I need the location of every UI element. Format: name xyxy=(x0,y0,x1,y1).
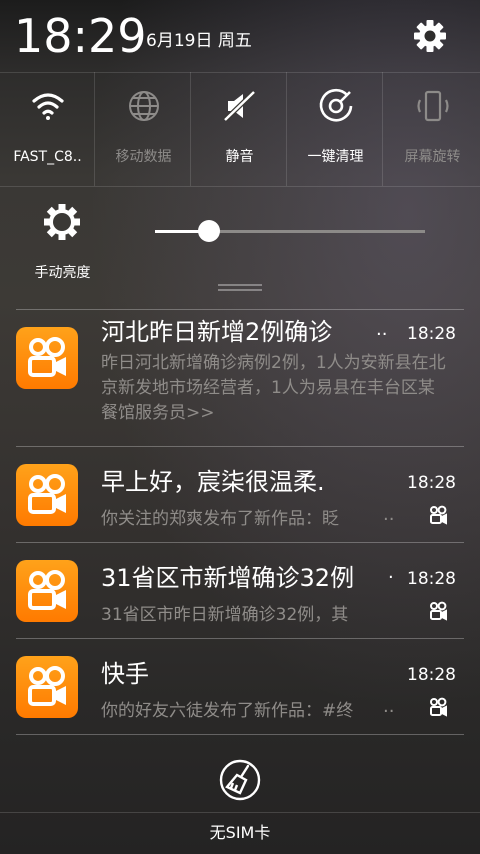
toggle-wifi[interactable]: FAST_C8.. xyxy=(0,72,95,186)
toggle-label: 静音 xyxy=(225,149,254,165)
quick-toggles: FAST_C8.. 移动数据 静音 一键清理 屏幕旋转 xyxy=(0,72,480,186)
notification-item[interactable]: 31省区市新增确诊32例 · 18:28 31省区市昨日新增确诊32例，其 xyxy=(0,543,480,638)
settings-gear-icon[interactable] xyxy=(408,14,452,58)
divider xyxy=(0,812,480,813)
kuaishou-app-icon xyxy=(16,327,78,389)
notification-body: 你关注的郑爽发布了新作品：眨 xyxy=(101,509,339,529)
rotate-icon xyxy=(413,86,453,126)
notification-time: 18:28 xyxy=(407,569,456,589)
divider xyxy=(0,186,480,187)
more-dots: · xyxy=(388,567,394,588)
notification-title: 河北昨日新增2例确诊 xyxy=(101,318,333,346)
toggle-label: 移动数据 xyxy=(115,149,172,165)
divider xyxy=(16,734,464,735)
more-dots: ·· xyxy=(383,701,395,722)
kuaishou-app-icon xyxy=(16,560,78,622)
globe-icon xyxy=(124,86,164,126)
more-dots: ·· xyxy=(376,324,388,345)
notification-time: 18:28 xyxy=(407,665,456,685)
notification-title: 31省区市新增确诊32例 xyxy=(101,564,355,592)
notification-title: 快手 xyxy=(101,660,149,688)
toggle-label: 屏幕旋转 xyxy=(404,149,461,165)
toggle-cleanup[interactable]: 一键清理 xyxy=(288,72,383,186)
toggle-rotate[interactable]: 屏幕旋转 xyxy=(385,72,480,186)
drawer-handle[interactable] xyxy=(218,281,262,297)
toggle-label: FAST_C8.. xyxy=(13,149,82,165)
clear-all-broom-icon[interactable] xyxy=(217,757,263,803)
toggle-mute[interactable]: 静音 xyxy=(192,72,287,186)
kuaishou-small-icon xyxy=(428,697,448,717)
notification-body: 昨日河北新增确诊病例2例，1人为安新县在北京新发地市场经营者，1人为易县在丰台区… xyxy=(101,353,446,423)
notification-item[interactable]: 早上好，宸柒很温柔. 18:28 你关注的郑爽发布了新作品：眨 ·· xyxy=(0,447,480,542)
wifi-icon xyxy=(28,86,68,126)
notification-time: 18:28 xyxy=(407,473,456,493)
kuaishou-small-icon xyxy=(428,601,448,621)
mute-icon xyxy=(220,86,260,126)
brightness-slider-thumb[interactable] xyxy=(198,220,220,242)
notification-title: 早上好，宸柒很温柔. xyxy=(101,468,325,496)
kuaishou-app-icon xyxy=(16,464,78,526)
carrier-status: 无SIM卡 xyxy=(209,823,271,842)
notification-item[interactable]: 快手 18:28 你的好友六徒发布了新作品：#终 ·· xyxy=(0,639,480,734)
toggle-mobile-data[interactable]: 移动数据 xyxy=(96,72,191,186)
brightness-icon[interactable] xyxy=(40,200,84,244)
more-dots: ·· xyxy=(383,509,395,530)
notification-time: 18:28 xyxy=(407,324,456,344)
notification-item[interactable]: 河北昨日新增2例确诊 ·· 18:28 昨日河北新增确诊病例2例，1人为安新县在… xyxy=(0,310,480,446)
date: 6月19日 周五 xyxy=(146,31,252,51)
kuaishou-app-icon xyxy=(16,656,78,718)
toggle-label: 一键清理 xyxy=(307,149,364,165)
cleanup-icon xyxy=(316,86,356,126)
notification-body: 你的好友六徒发布了新作品：#终 xyxy=(101,701,354,721)
clock: 18:29 xyxy=(14,9,147,63)
notification-body: 31省区市昨日新增确诊32例，其 xyxy=(101,605,349,625)
brightness-label: 手动亮度 xyxy=(34,265,91,281)
kuaishou-small-icon xyxy=(428,505,448,525)
brightness-slider[interactable] xyxy=(155,220,425,242)
